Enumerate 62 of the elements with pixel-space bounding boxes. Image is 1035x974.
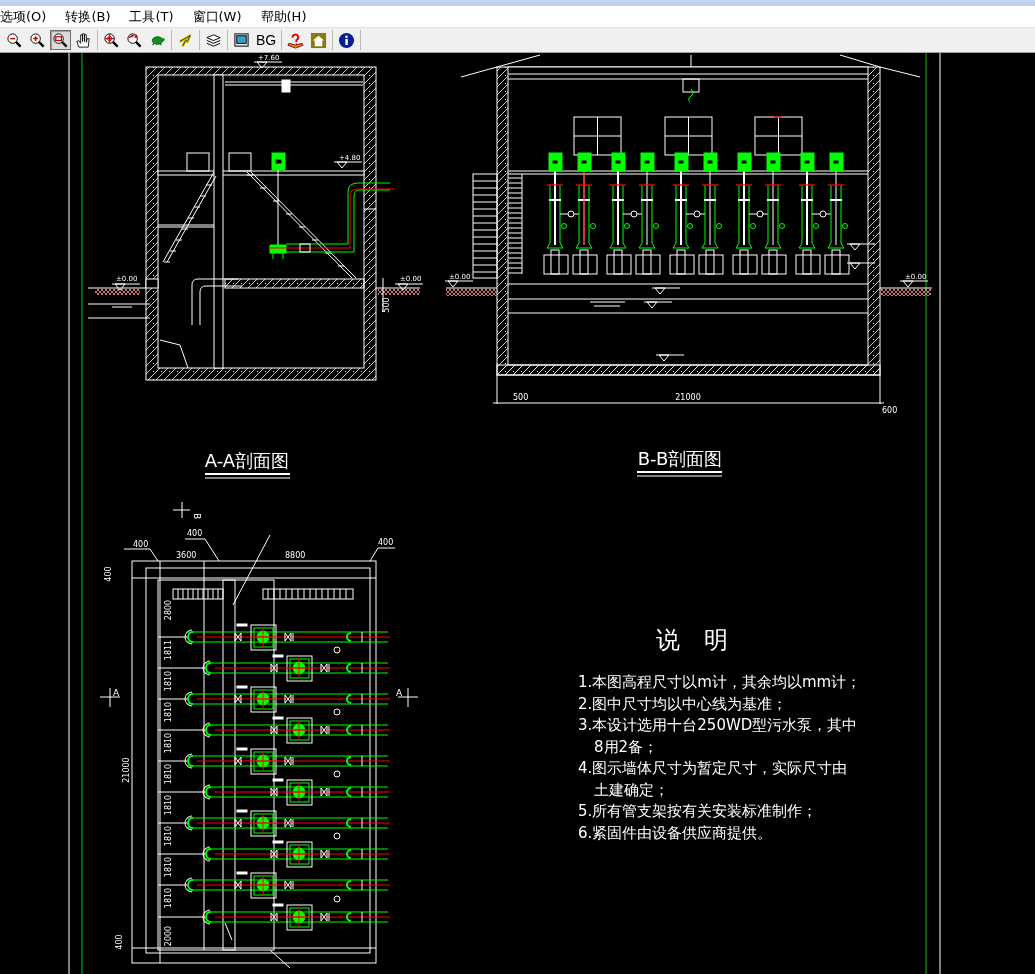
- zoom-extents-icon: [103, 31, 120, 49]
- menu-item[interactable]: 帮助(H): [260, 7, 316, 26]
- elevation-marker: [655, 354, 685, 362]
- layers-icon: [205, 31, 222, 49]
- dimension-label: 21000: [122, 757, 131, 783]
- help-book-icon: [287, 31, 304, 49]
- menu-item[interactable]: 工具(T): [129, 7, 183, 26]
- leader-line: [123, 548, 159, 562]
- dimension-label: 3600: [176, 551, 197, 560]
- menu-item[interactable]: 窗口(W): [192, 7, 251, 26]
- dimension-label: 1810: [164, 701, 173, 723]
- menu-item[interactable]: 转换(B): [65, 7, 120, 26]
- dimension-label: 400: [115, 934, 124, 950]
- home-icon: [310, 31, 327, 49]
- dimension-label: 400: [133, 540, 149, 549]
- dimension-label: 2800: [164, 599, 173, 621]
- info-icon: [338, 31, 355, 49]
- zoom-out-icon: [6, 31, 23, 49]
- hand-icon: [75, 31, 92, 49]
- dimension-label: 2000: [164, 925, 173, 947]
- dimension-label: 500: [382, 297, 391, 313]
- note-text: 3.本设计选用十台250WD型污水泵，其中 8用2备；: [578, 716, 858, 756]
- toolbar-button[interactable]: [231, 30, 252, 50]
- note-text: 2.图中尺寸均以中心线为基准；: [578, 694, 788, 713]
- dimension-label: 8800: [285, 551, 306, 560]
- note-text: 1.本图高程尺寸以m计，其余均以mm计；: [578, 673, 862, 691]
- dimension-label: 1810: [164, 825, 173, 847]
- drawing-title: B-B剖面图: [637, 448, 723, 469]
- dimension-label: 1810: [164, 670, 173, 692]
- dimension-label: 400: [187, 529, 203, 538]
- dimension-label: 400: [104, 566, 113, 582]
- notes-heading: 说 明: [656, 626, 728, 654]
- note-text: 5.所有管支架按有关安装标准制作；: [578, 802, 818, 820]
- toolbar-button[interactable]: [336, 30, 357, 50]
- dimension-label: 21000: [675, 393, 701, 402]
- menu-item[interactable]: 选项(O): [0, 7, 56, 26]
- note-text: 6.紧固件由设备供应商提供。: [578, 823, 773, 842]
- section-label: A: [113, 688, 120, 698]
- monitor-icon: [233, 31, 250, 49]
- dimension-label: 1810: [164, 856, 173, 878]
- dimension-label: 400: [378, 538, 394, 547]
- zoom-window-icon: [52, 31, 69, 49]
- leader-line: [369, 547, 396, 562]
- section-marker: [99, 687, 121, 708]
- zoom-previous-icon: [126, 31, 143, 49]
- dimension-label: 600: [882, 406, 898, 415]
- section-label: B: [192, 513, 202, 520]
- dimension-label: 1810: [164, 732, 173, 754]
- note-text: 4.图示墙体尺寸为暂定尺寸，实际尺寸由 土建确定；: [578, 759, 848, 799]
- section-marker: [172, 501, 191, 519]
- dimension-label: 1810: [164, 794, 173, 816]
- dimension-label: 500: [513, 393, 529, 402]
- dimension-label: 1811: [164, 639, 173, 661]
- zoom-in-icon: [29, 31, 46, 49]
- toolbar-button[interactable]: [50, 30, 71, 50]
- dimension-label: 1810: [164, 763, 173, 785]
- drawing-title: A-A剖面图: [204, 450, 290, 471]
- section-label: A: [396, 688, 403, 698]
- elevation-marker: [651, 287, 681, 295]
- dimension-label: 1810: [164, 887, 173, 909]
- section-marker: [397, 687, 419, 708]
- background-button[interactable]: BG: [254, 30, 278, 50]
